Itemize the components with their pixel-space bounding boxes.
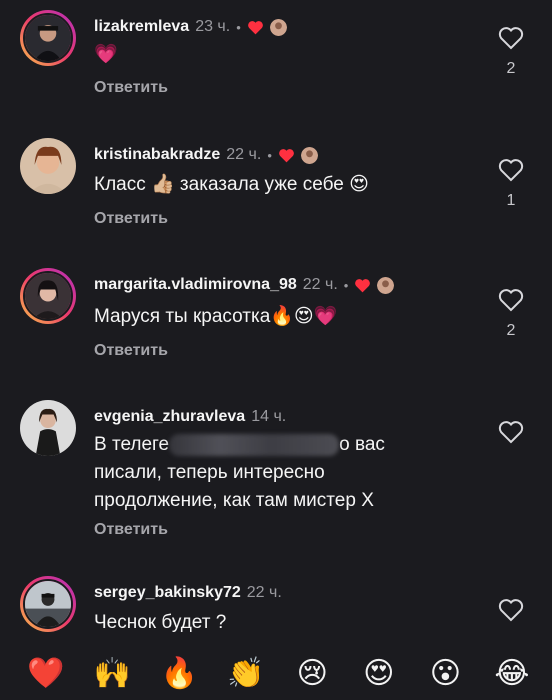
quick-reactions-bar: ❤️ 🙌 🔥 👏 😢 😍 😮 😂 [0, 648, 552, 700]
comments-screen: lizakremleva 23 ч. • 💗 Ответить 2 kristi… [0, 0, 552, 700]
comment-time: 22 ч. [226, 146, 262, 163]
red-heart-icon [354, 278, 371, 293]
reply-button[interactable]: Ответить [94, 210, 168, 228]
reply-button[interactable]: Ответить [94, 521, 168, 539]
like-button[interactable] [498, 420, 524, 444]
comment-item: margarita.vladimirovna_98 22 ч. • Маруся… [0, 268, 552, 368]
comment-text: В телеге о вас писали, теперь интересно п… [94, 433, 385, 511]
heart-outline-icon[interactable] [498, 598, 524, 622]
red-heart-icon [247, 20, 264, 35]
separator-dot: • [236, 19, 241, 35]
like-button[interactable]: 2 [498, 288, 524, 340]
avatar[interactable] [20, 400, 76, 456]
like-count: 1 [506, 192, 516, 209]
comment-username[interactable]: sergey_bakinsky72 [94, 584, 241, 602]
comment-text: Маруся ты красотка🔥😍💗 [94, 306, 338, 327]
reaction-heart-eyes-button[interactable]: 😍 [359, 654, 399, 694]
comment-item: sergey_bakinsky72 22 ч. Чеснок будет ? [0, 576, 552, 646]
like-count: 2 [506, 60, 516, 77]
creator-avatar-icon [377, 276, 395, 294]
like-button[interactable]: 2 [498, 26, 524, 78]
separator-dot: • [343, 277, 349, 293]
comment-text: Чеснок будет ? [94, 612, 227, 633]
heart-outline-icon[interactable] [498, 26, 524, 50]
reaction-clap-button[interactable]: 👏 [226, 654, 266, 694]
comment-item: lizakremleva 23 ч. • 💗 Ответить 2 [0, 10, 552, 110]
avatar[interactable] [20, 576, 76, 632]
comment-username[interactable]: lizakremleva [94, 18, 189, 36]
comment-time: 22 ч. [302, 276, 338, 293]
comment-text: 💗 [94, 43, 118, 65]
comment-time: 22 ч. [246, 584, 282, 601]
like-button[interactable]: 1 [498, 158, 524, 210]
comment-username[interactable]: kristinabakradze [94, 146, 220, 164]
comment-item: kristinabakradze 22 ч. • Класс 👍🏼 заказа… [0, 138, 552, 238]
reaction-raised-hands-button[interactable]: 🙌 [93, 654, 133, 694]
heart-outline-icon[interactable] [498, 420, 524, 444]
reply-button[interactable]: Ответить [94, 79, 168, 97]
avatar[interactable] [20, 10, 76, 66]
reaction-laughing-button[interactable]: 😂 [492, 654, 532, 694]
reaction-crying-button[interactable]: 😢 [292, 654, 332, 694]
avatar[interactable] [20, 268, 76, 324]
creator-avatar-icon [269, 18, 287, 36]
comment-username[interactable]: margarita.vladimirovna_98 [94, 276, 297, 294]
comment-item: evgenia_zhuravleva 14 ч. В телеге о вас п… [0, 400, 552, 550]
creator-avatar-icon [300, 146, 318, 164]
heart-outline-icon[interactable] [498, 158, 524, 182]
reply-button[interactable]: Ответить [94, 342, 168, 360]
reaction-surprised-button[interactable]: 😮 [425, 654, 465, 694]
separator-dot: • [267, 147, 272, 163]
reaction-heart-button[interactable]: ❤️ [26, 654, 66, 694]
redacted-text [169, 433, 340, 456]
heart-outline-icon[interactable] [498, 288, 524, 312]
comment-time: 14 ч. [251, 408, 287, 425]
red-heart-icon [278, 148, 295, 163]
reaction-fire-button[interactable]: 🔥 [159, 654, 199, 694]
comment-text: Класс 👍🏼 заказала уже себе 😍 [94, 174, 369, 195]
like-button[interactable] [498, 598, 524, 622]
like-count: 2 [506, 322, 516, 339]
comment-username[interactable]: evgenia_zhuravleva [94, 408, 245, 426]
comment-time: 23 ч. [195, 18, 231, 35]
avatar[interactable] [20, 138, 76, 194]
